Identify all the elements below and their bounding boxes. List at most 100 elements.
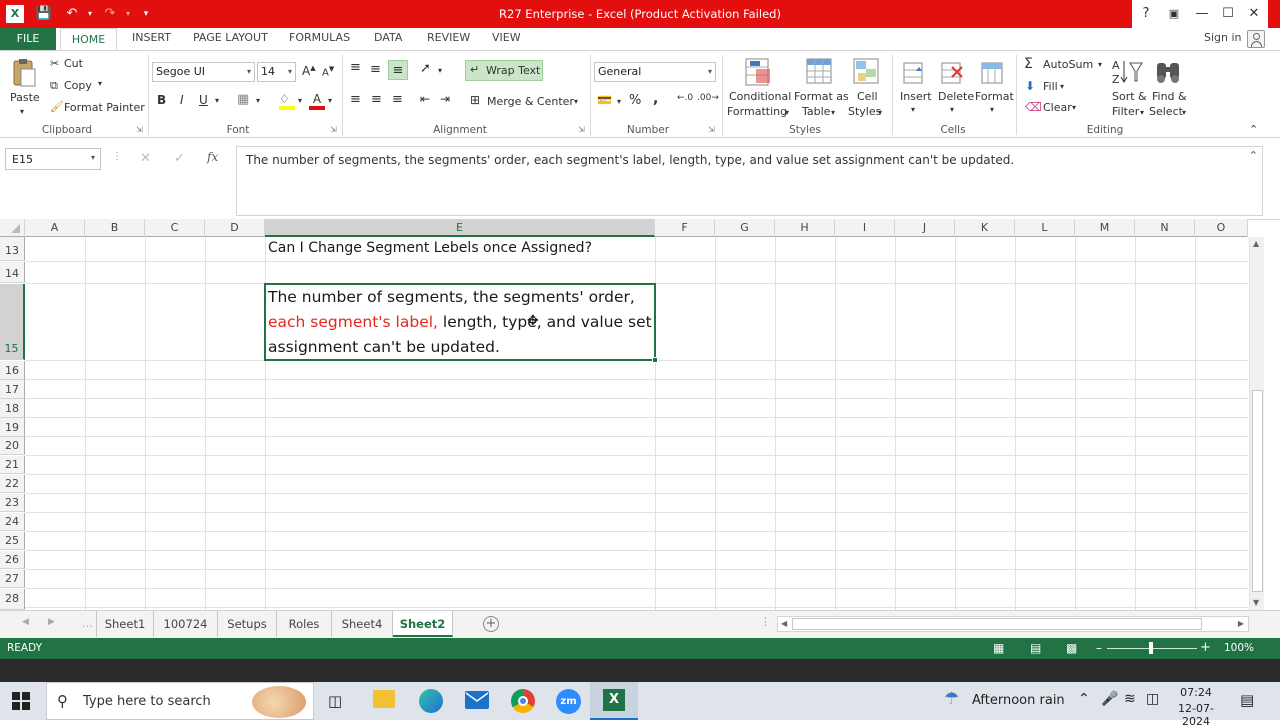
- delete-cells-icon[interactable]: [940, 59, 966, 87]
- zoom-in-icon[interactable]: +: [1200, 640, 1211, 655]
- row-header-17[interactable]: 17: [0, 380, 25, 399]
- row-header-16[interactable]: 16: [0, 361, 25, 380]
- formula-input[interactable]: The number of segments, the segments' or…: [236, 146, 1263, 216]
- cell-styles-sublabel[interactable]: Styles: [848, 105, 881, 118]
- name-box-dropdown-icon[interactable]: ▾: [91, 153, 95, 162]
- mail-icon[interactable]: [465, 691, 489, 709]
- sheet-tab-overflow-icon[interactable]: …: [82, 617, 93, 630]
- row-header-15[interactable]: 15: [0, 284, 25, 360]
- conditional-dropdown-icon[interactable]: ▾: [785, 108, 789, 117]
- bottom-align-icon[interactable]: ≡: [388, 60, 408, 80]
- decrease-decimal-icon[interactable]: .00→: [697, 93, 719, 103]
- column-header-l[interactable]: L: [1015, 219, 1075, 237]
- row-header-21[interactable]: 21: [0, 456, 25, 474]
- font-launcher-icon[interactable]: ⇲: [330, 125, 337, 134]
- column-header-e[interactable]: E: [265, 219, 655, 237]
- clear-dropdown-icon[interactable]: ▾: [1072, 103, 1076, 112]
- cell-styles-label[interactable]: Cell: [857, 90, 878, 103]
- weather-rain-icon[interactable]: ☂: [944, 689, 959, 709]
- merge-center-button[interactable]: Merge & Center: [487, 95, 574, 108]
- align-center-icon[interactable]: ≡: [371, 92, 382, 107]
- column-header-b[interactable]: B: [85, 219, 145, 237]
- wrap-text-button[interactable]: ↵ Wrap Text: [465, 60, 543, 81]
- clipboard-launcher-icon[interactable]: ⇲: [136, 125, 143, 134]
- clock-time[interactable]: 07:24: [1169, 686, 1223, 699]
- number-format-select[interactable]: General ▾: [594, 62, 716, 82]
- insert-function-button[interactable]: fx: [207, 150, 218, 164]
- merge-center-icon[interactable]: ⊞: [470, 93, 480, 107]
- format-as-table-icon[interactable]: [805, 57, 833, 87]
- cut-icon[interactable]: ✂: [50, 57, 59, 70]
- increase-font-icon[interactable]: A▲: [302, 64, 316, 78]
- column-header-n[interactable]: N: [1135, 219, 1195, 237]
- tab-split-grip-icon[interactable]: ⋮: [760, 615, 771, 628]
- column-header-h[interactable]: H: [775, 219, 835, 237]
- next-sheet-icon[interactable]: ▶: [48, 617, 55, 627]
- orientation-icon[interactable]: ➚: [420, 61, 431, 76]
- fill-handle[interactable]: [652, 357, 658, 363]
- column-header-i[interactable]: I: [835, 219, 895, 237]
- file-explorer-icon[interactable]: [373, 690, 395, 708]
- tab-page-layout[interactable]: PAGE LAYOUT: [193, 31, 268, 50]
- tab-formulas[interactable]: FORMULAS: [289, 31, 350, 50]
- row-header-18[interactable]: 18: [0, 399, 25, 418]
- align-right-icon[interactable]: ≡: [392, 92, 403, 107]
- column-header-o[interactable]: O: [1195, 219, 1248, 237]
- sheet-tab-100724[interactable]: 100724: [154, 611, 218, 637]
- zoom-level[interactable]: 100%: [1224, 642, 1254, 654]
- maximize-icon[interactable]: ☐: [1214, 0, 1242, 28]
- page-layout-view-icon[interactable]: ▤: [1030, 641, 1041, 655]
- format-dropdown-icon[interactable]: ▾: [990, 105, 994, 114]
- tab-insert[interactable]: INSERT: [132, 31, 171, 50]
- microphone-icon[interactable]: 🎤: [1101, 691, 1118, 707]
- format-painter-icon[interactable]: 🖌: [50, 100, 64, 113]
- fill-button[interactable]: Fill: [1043, 80, 1058, 93]
- accounting-dropdown-icon[interactable]: ▾: [617, 97, 621, 106]
- tab-file[interactable]: FILE: [0, 28, 56, 50]
- close-icon[interactable]: ✕: [1240, 0, 1268, 28]
- column-header-j[interactable]: J: [895, 219, 955, 237]
- format-as-table-sublabel[interactable]: Table: [802, 105, 830, 118]
- row-header-20[interactable]: 20: [0, 437, 25, 455]
- alignment-launcher-icon[interactable]: ⇲: [578, 125, 585, 134]
- find-select-sublabel[interactable]: Select: [1149, 105, 1183, 118]
- bold-button[interactable]: B: [157, 93, 166, 107]
- borders-icon[interactable]: ▦: [237, 92, 249, 107]
- help-button[interactable]: ?: [1132, 0, 1160, 28]
- column-header-d[interactable]: D: [205, 219, 265, 237]
- notification-icon[interactable]: ▤: [1240, 691, 1254, 709]
- insert-button[interactable]: Insert: [900, 90, 932, 103]
- paste-button[interactable]: Paste: [10, 91, 40, 104]
- cancel-entry-icon[interactable]: ✕: [140, 151, 151, 166]
- fill-color-dropdown-icon[interactable]: ▾: [298, 96, 302, 105]
- top-align-icon[interactable]: ≡: [350, 60, 361, 75]
- sheet-tab-sheet2[interactable]: Sheet2: [393, 611, 453, 637]
- paste-icon[interactable]: [10, 57, 38, 89]
- row-header-28[interactable]: 28: [0, 589, 25, 610]
- cell-e15[interactable]: The number of segments, the segments' or…: [264, 283, 658, 363]
- format-button[interactable]: Format: [975, 90, 1014, 103]
- row-header-14[interactable]: 14: [0, 262, 25, 283]
- autosum-icon[interactable]: Σ: [1024, 56, 1033, 72]
- cell-styles-dropdown-icon[interactable]: ▾: [878, 108, 882, 117]
- find-select-label[interactable]: Find &: [1152, 90, 1187, 103]
- fill-color-icon[interactable]: ♢: [279, 92, 295, 110]
- conditional-formatting-sublabel[interactable]: Formatting: [727, 105, 787, 118]
- decrease-indent-icon[interactable]: ⇤: [420, 92, 430, 106]
- sheet-tab-setups[interactable]: Setups: [218, 611, 277, 637]
- zoom-slider-thumb[interactable]: [1149, 642, 1153, 654]
- insert-dropdown-icon[interactable]: ▾: [911, 105, 915, 114]
- fill-dropdown-icon[interactable]: ▾: [1060, 82, 1064, 91]
- row-header-26[interactable]: 26: [0, 551, 25, 569]
- row-header-23[interactable]: 23: [0, 494, 25, 512]
- align-left-icon[interactable]: ≡: [350, 92, 361, 107]
- prev-sheet-icon[interactable]: ◀: [22, 617, 29, 627]
- sort-filter-sublabel[interactable]: Filter: [1112, 105, 1139, 118]
- copy-icon[interactable]: ⧉: [50, 79, 58, 93]
- row-header-24[interactable]: 24: [0, 513, 25, 531]
- column-header-c[interactable]: C: [145, 219, 205, 237]
- cut-button[interactable]: Cut: [64, 57, 83, 70]
- borders-dropdown-icon[interactable]: ▾: [256, 96, 260, 105]
- sort-filter-icon[interactable]: AZ: [1112, 57, 1144, 89]
- scroll-right-icon[interactable]: ▶: [1238, 619, 1244, 628]
